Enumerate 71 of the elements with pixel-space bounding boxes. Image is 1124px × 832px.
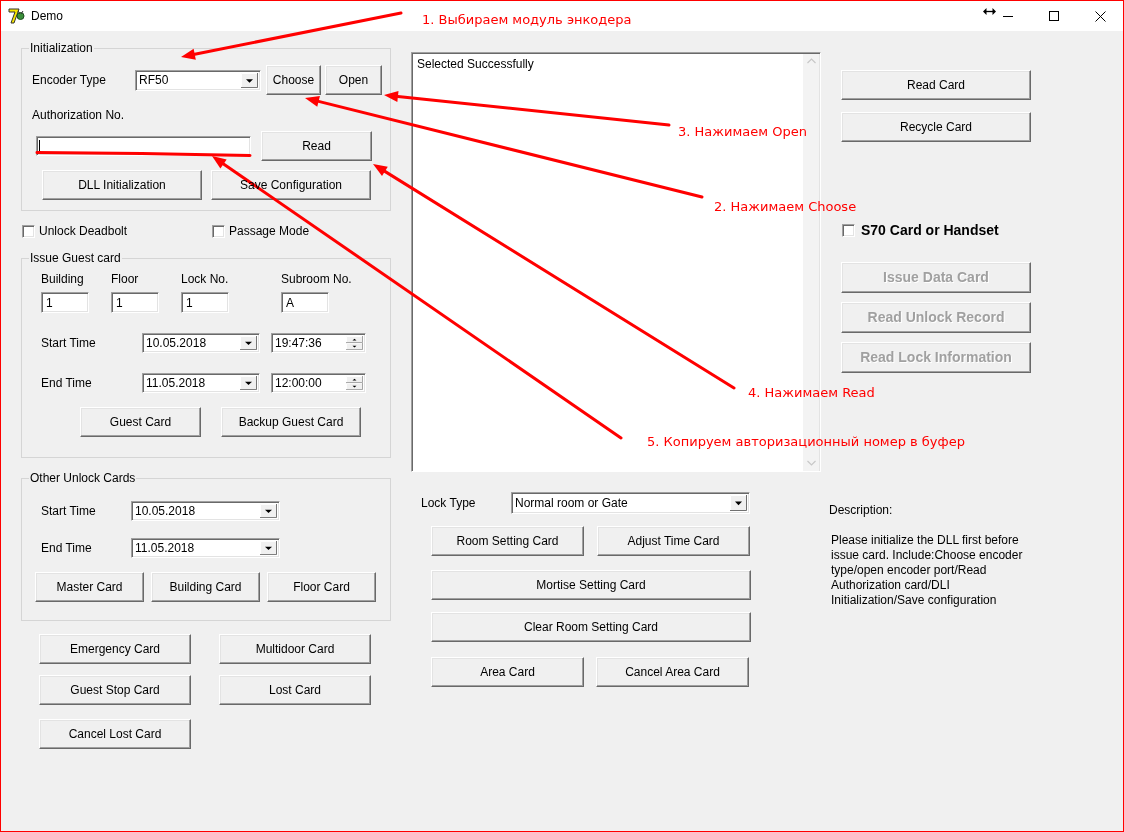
caret-icon[interactable]	[240, 336, 257, 350]
time-spinner[interactable]: 12:00:00	[271, 373, 366, 393]
checkbox-label: Unlock Deadbolt	[39, 224, 128, 238]
caret-icon[interactable]	[260, 541, 277, 555]
setting-card-button[interactable]: Room Setting Card	[431, 526, 584, 556]
read-card-button[interactable]: Read Card	[841, 70, 1031, 100]
caret-icon[interactable]	[730, 495, 747, 511]
checkbox-label: Passage Mode	[229, 224, 310, 238]
card-button[interactable]: Lost Card	[219, 675, 371, 705]
init-button[interactable]: DLL Initialization	[42, 170, 202, 200]
setting-card-button[interactable]: Area Card	[431, 657, 584, 687]
group-title: Initialization	[29, 41, 94, 55]
date-dropdown[interactable]: 10.05.2018	[142, 333, 260, 353]
setting-card-button[interactable]: Mortise Setting Card	[431, 570, 751, 600]
read-card-button[interactable]: Recycle Card	[841, 112, 1031, 142]
date-dropdown[interactable]: 11.05.2018	[142, 373, 260, 393]
checkbox-label: S70 Card or Handset	[861, 223, 999, 237]
checkbox[interactable]	[842, 223, 855, 237]
field-label: Encoder Type	[32, 73, 107, 87]
text-input[interactable]: 1	[41, 292, 89, 313]
group-title: Issue Guest card	[29, 251, 122, 265]
checkbox[interactable]	[22, 224, 35, 238]
text-input[interactable]: A	[281, 292, 329, 313]
minimize-icon[interactable]	[1003, 15, 1013, 17]
field-label: Start Time	[41, 504, 97, 518]
field-label: Start Time	[41, 336, 97, 350]
resize-cursor-icon	[983, 8, 996, 15]
card-button[interactable]: Guest Stop Card	[39, 675, 191, 705]
maximize-icon[interactable]	[1049, 11, 1059, 21]
caret-icon[interactable]	[240, 376, 257, 390]
time-spinner[interactable]: 19:47:36	[271, 333, 366, 353]
field-label: Lock Type	[421, 496, 477, 510]
app-icon	[8, 8, 25, 24]
field-label: Building	[41, 272, 84, 286]
text-input[interactable]: 1	[181, 292, 229, 313]
guest-card-button[interactable]: Backup Guest Card	[221, 407, 361, 437]
group-title: Other Unlock Cards	[29, 471, 137, 485]
close-icon[interactable]	[1094, 10, 1106, 22]
annotation-label: 1. Выбираем модуль энкодера	[422, 12, 632, 28]
encoder-type-dropdown[interactable]: RF50	[135, 69, 261, 91]
text-input[interactable]: 1	[111, 292, 159, 313]
description-title: Description:	[829, 503, 893, 517]
spin-arrows-icon[interactable]	[346, 376, 363, 390]
window-title: Demo	[31, 8, 63, 24]
caret-icon[interactable]	[241, 72, 258, 88]
checkbox[interactable]	[212, 224, 225, 238]
setting-card-button[interactable]: Adjust Time Card	[597, 526, 750, 556]
description-text: Please initialize the DLL first before issue card. Include:Choose encoder type/open encoder port/Read Authorization card/DLI Initialization/Save configuration	[831, 533, 1024, 608]
encoder-button[interactable]: Open	[325, 65, 382, 95]
caret-icon[interactable]	[260, 504, 277, 518]
field-label: End Time	[41, 541, 93, 555]
card-button[interactable]: Multidoor Card	[219, 634, 371, 664]
spin-arrows-icon[interactable]	[346, 336, 363, 350]
field-label: End Time	[41, 376, 93, 390]
encoder-button[interactable]: Choose	[266, 65, 321, 95]
date-dropdown[interactable]: 11.05.2018	[131, 538, 280, 558]
setting-card-button[interactable]: Cancel Area Card	[596, 657, 749, 687]
field-label: Floor	[111, 272, 139, 286]
unlock-card-button[interactable]: Building Card	[151, 572, 260, 602]
guest-card-button[interactable]: Guest Card	[80, 407, 201, 437]
date-dropdown[interactable]: 10.05.2018	[131, 501, 280, 521]
read-button[interactable]: Read	[261, 131, 372, 161]
setting-card-button[interactable]: Clear Room Setting Card	[431, 612, 751, 642]
field-label: Subroom No.	[281, 272, 352, 286]
field-label: Lock No.	[181, 272, 229, 286]
card-button[interactable]: Emergency Card	[39, 634, 191, 664]
lock-type-dropdown[interactable]: Normal room or Gate	[511, 492, 750, 514]
field-label: Authorization No.	[32, 108, 125, 122]
unlock-card-button[interactable]: Master Card	[35, 572, 144, 602]
unlock-card-button[interactable]: Floor Card	[267, 572, 376, 602]
card-button[interactable]: Cancel Lost Card	[39, 719, 191, 749]
